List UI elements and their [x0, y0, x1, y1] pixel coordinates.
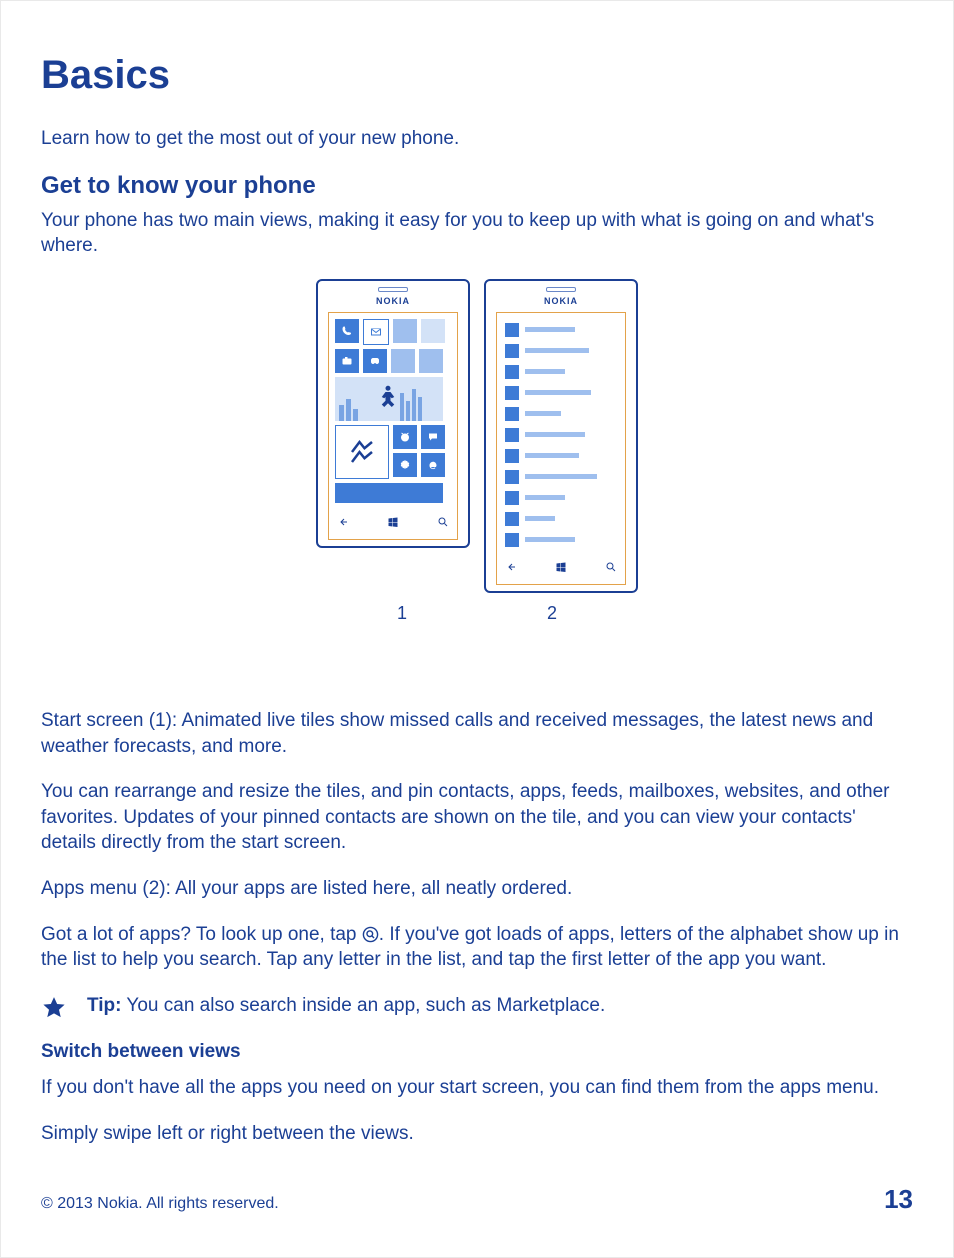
text-lookup-before: Got a lot of apps? To look up one, tap [41, 924, 362, 945]
search-circle-icon [362, 926, 379, 943]
phone-speaker [378, 287, 408, 292]
tile-wide-illustration [335, 377, 443, 421]
tile-ie-icon [421, 453, 445, 477]
search-icon [437, 515, 449, 533]
phone-screen-apps [496, 312, 626, 585]
tile-settings-icon [393, 453, 417, 477]
phone-frame: NOKIA [484, 279, 638, 593]
figure-caption-1: 1 [392, 603, 412, 624]
tile-chat-icon [421, 425, 445, 449]
figure-caption-2: 2 [542, 603, 562, 624]
paragraph-switch-1: If you don't have all the apps you need … [41, 1075, 913, 1101]
phone-navbar [497, 556, 625, 584]
phone-logo: NOKIA [544, 296, 578, 306]
tile-camera-icon [335, 349, 359, 373]
app-icon [505, 533, 519, 547]
paragraph-switch-2: Simply swipe left or right between the v… [41, 1121, 913, 1147]
figure-captions: 1 2 [41, 603, 913, 624]
tip-body: You can also search inside an app, such … [121, 995, 605, 1016]
app-list-row [505, 407, 617, 421]
page-title: Basics [41, 53, 913, 98]
intro-paragraph: Learn how to get the most out of your ne… [41, 126, 913, 152]
app-icon [505, 365, 519, 379]
copyright-text: © 2013 Nokia. All rights reserved. [41, 1195, 279, 1213]
paragraph-lookup: Got a lot of apps? To look up one, tap .… [41, 922, 913, 973]
tile-games-icon [363, 349, 387, 373]
app-icon [505, 449, 519, 463]
page-footer: © 2013 Nokia. All rights reserved. 13 [41, 1184, 913, 1215]
app-label-placeholder [525, 432, 585, 437]
app-list-row [505, 365, 617, 379]
tile-generic [419, 349, 443, 373]
app-icon [505, 386, 519, 400]
star-icon [41, 995, 67, 1021]
app-list-row [505, 512, 617, 526]
tip-text: Tip: You can also search inside an app, … [87, 993, 605, 1019]
back-icon [505, 560, 517, 578]
app-label-placeholder [525, 369, 565, 374]
app-list-row [505, 428, 617, 442]
app-label-placeholder [525, 390, 591, 395]
app-list-row [505, 323, 617, 337]
app-label-placeholder [525, 327, 575, 332]
subheading-switch-views: Switch between views [41, 1041, 913, 1063]
windows-icon [555, 560, 567, 578]
tile-generic [393, 319, 417, 343]
app-icon [505, 407, 519, 421]
tile-alarm-icon [393, 425, 417, 449]
tile-generic [421, 319, 445, 343]
section-heading-get-to-know: Get to know your phone [41, 172, 913, 200]
app-list-row [505, 449, 617, 463]
tile-phone-icon [335, 319, 359, 343]
app-label-placeholder [525, 348, 589, 353]
app-list-row [505, 533, 617, 547]
document-page: Basics Learn how to get the most out of … [0, 0, 954, 1258]
app-icon [505, 344, 519, 358]
figure-phone-start: NOKIA [316, 279, 470, 593]
tip-row: Tip: You can also search inside an app, … [41, 993, 913, 1021]
tile-strip [335, 483, 443, 503]
app-icon [505, 428, 519, 442]
tile-generic [391, 349, 415, 373]
app-icon [505, 512, 519, 526]
phone-navbar [329, 511, 457, 539]
app-label-placeholder [525, 516, 555, 521]
page-number: 13 [884, 1184, 913, 1215]
app-label-placeholder [525, 495, 565, 500]
tile-large-app-icon [335, 425, 389, 479]
app-list-row [505, 386, 617, 400]
phone-frame: NOKIA [316, 279, 470, 548]
search-icon [605, 560, 617, 578]
app-list-row [505, 491, 617, 505]
tile-mail-icon [363, 319, 389, 345]
windows-icon [387, 515, 399, 533]
app-label-placeholder [525, 411, 561, 416]
app-label-placeholder [525, 453, 579, 458]
app-icon [505, 470, 519, 484]
app-list-row [505, 470, 617, 484]
tip-label: Tip: [87, 995, 121, 1016]
paragraph-apps-menu: Apps menu (2): All your apps are listed … [41, 876, 913, 902]
app-label-placeholder [525, 537, 575, 542]
app-icon [505, 491, 519, 505]
section-lead: Your phone has two main views, making it… [41, 208, 913, 259]
back-icon [337, 515, 349, 533]
phone-logo: NOKIA [376, 296, 410, 306]
app-label-placeholder [525, 474, 597, 479]
phone-speaker [546, 287, 576, 292]
paragraph-start-screen: Start screen (1): Animated live tiles sh… [41, 708, 913, 759]
paragraph-rearrange: You can rearrange and resize the tiles, … [41, 779, 913, 856]
app-icon [505, 323, 519, 337]
phone-screen-start [328, 312, 458, 540]
app-list-row [505, 344, 617, 358]
figure-phone-apps: NOKIA [484, 279, 638, 593]
phones-figure: NOKIA [41, 279, 913, 593]
